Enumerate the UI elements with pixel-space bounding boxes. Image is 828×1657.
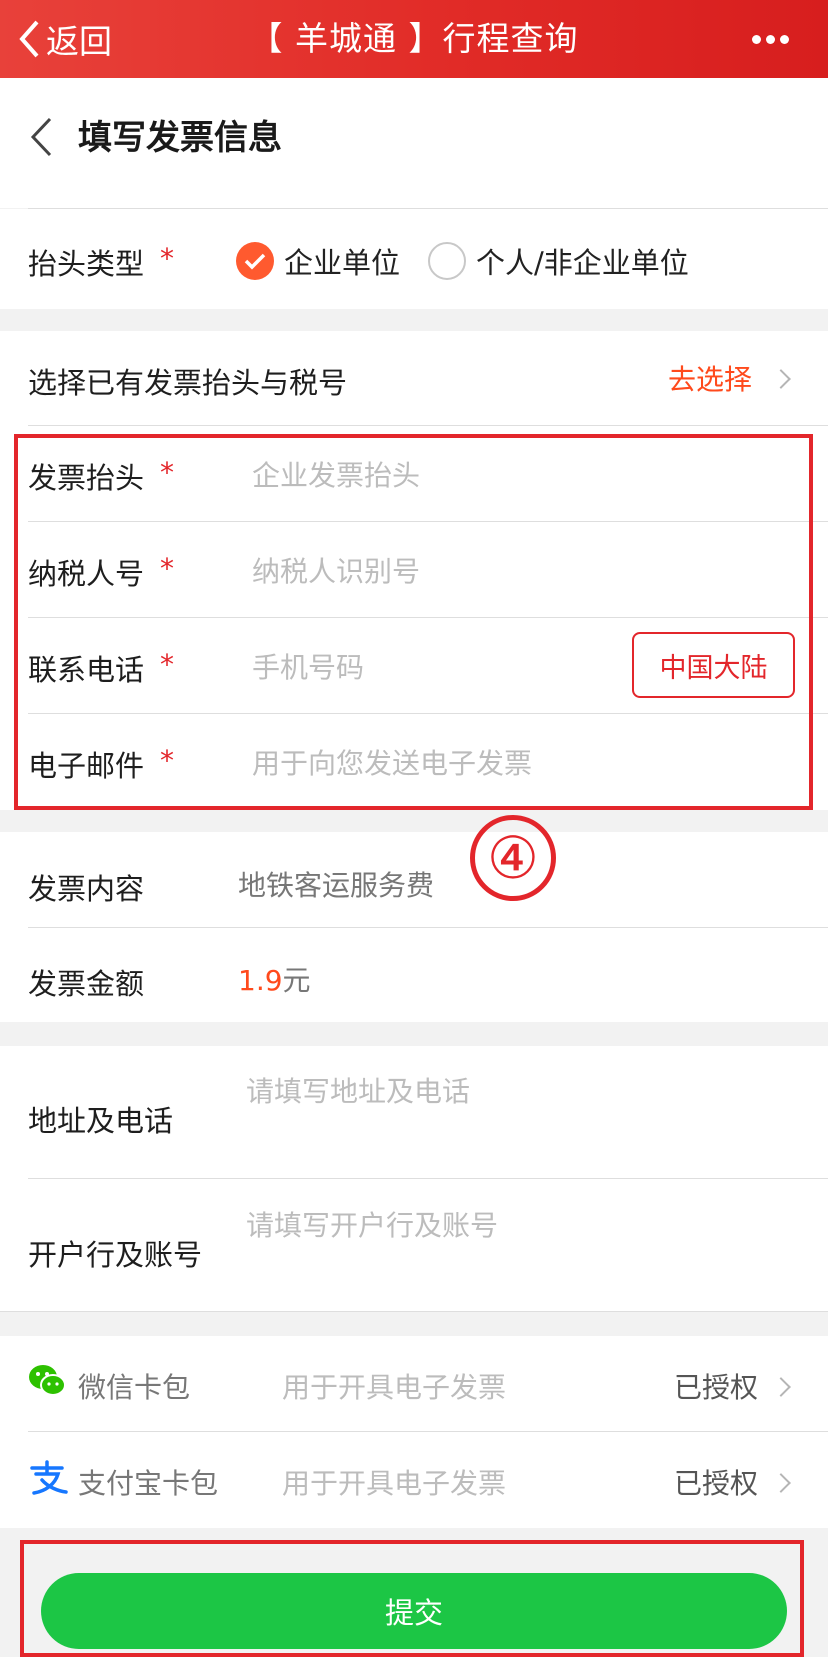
back-label: 返回	[46, 22, 112, 61]
amount-number: 1.9	[238, 964, 283, 997]
header-type-label: 抬头类型	[28, 247, 145, 281]
step-callout: ④	[470, 815, 556, 901]
more-dot-icon	[751, 34, 761, 44]
alipay-icon	[28, 1460, 68, 1500]
select-existing-label: 选择已有发票抬头与税号	[28, 366, 348, 400]
invoice-content-label: 发票内容	[28, 872, 145, 906]
address-phone-label: 地址及电话	[28, 1104, 174, 1138]
divider	[0, 1311, 828, 1312]
highlight-box	[14, 434, 813, 810]
radio-checked-icon	[236, 242, 274, 280]
more-dot-icon	[779, 34, 789, 44]
back-button[interactable]: 返回	[18, 12, 112, 66]
more-menu-button[interactable]	[740, 14, 800, 64]
radio-label-enterprise: 企业单位	[284, 246, 401, 280]
address-phone-input[interactable]: 请填写地址及电话	[246, 1070, 806, 1110]
alipay-wallet-status: 已授权	[674, 1467, 759, 1500]
bank-account-label: 开户行及账号	[28, 1238, 203, 1272]
invoice-content-value: 地铁客运服务费	[238, 869, 435, 902]
go-select-link[interactable]: 去选择	[668, 358, 752, 398]
invoice-amount-label: 发票金额	[28, 967, 145, 1001]
amount-unit: 元	[282, 964, 311, 997]
alipay-wallet-label: 支付宝卡包	[78, 1467, 219, 1500]
required-mark: *	[160, 242, 174, 275]
chevron-left-icon	[30, 117, 52, 157]
chevron-left-icon	[19, 20, 39, 58]
page-back-button[interactable]	[28, 116, 54, 162]
radio-label-individual: 个人/非企业单位	[476, 246, 689, 280]
page-title: 填写发票信息	[78, 118, 282, 158]
invoice-amount-value: 1.9元	[238, 959, 311, 999]
radio-unchecked-icon	[428, 242, 466, 280]
wechat-wallet-hint: 用于开具电子发票	[282, 1371, 507, 1404]
highlight-box	[20, 1540, 804, 1657]
bank-account-input[interactable]: 请填写开户行及账号	[246, 1204, 806, 1244]
divider	[28, 927, 828, 928]
topbar-title: 【 羊城通 】行程查询	[249, 19, 579, 58]
radio-option-enterprise[interactable]: 企业单位	[236, 240, 400, 282]
wechat-wallet-status: 已授权	[674, 1371, 759, 1404]
wechat-icon	[28, 1364, 66, 1402]
radio-option-individual[interactable]: 个人/非企业单位	[428, 240, 689, 282]
top-navigation-bar: 【 羊城通 】行程查询 返回	[0, 0, 828, 78]
wechat-wallet-label: 微信卡包	[78, 1371, 191, 1404]
divider	[28, 1178, 828, 1179]
more-dot-icon	[765, 34, 775, 44]
alipay-wallet-hint: 用于开具电子发票	[282, 1467, 507, 1500]
